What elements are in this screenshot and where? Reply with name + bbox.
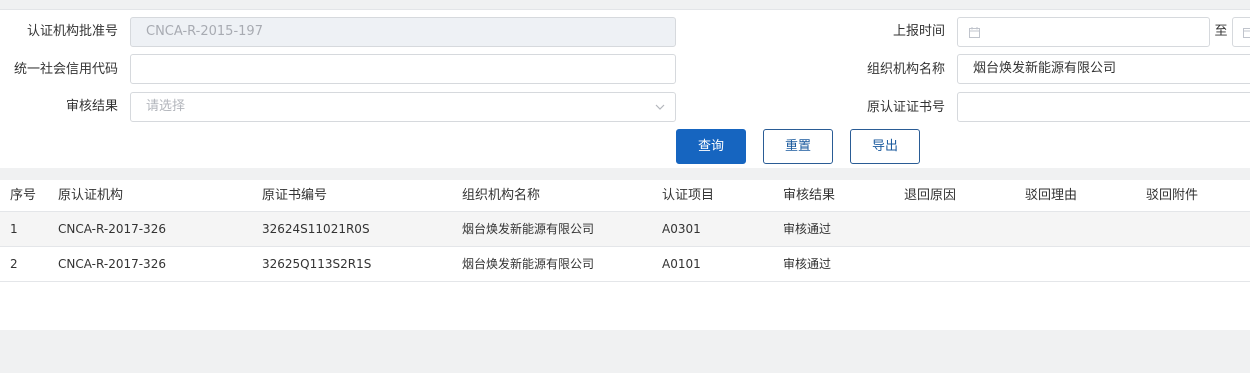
- cell-orig-cert-no: 32625Q113S2R1S: [262, 257, 372, 271]
- col-header-orig-agency: 原认证机构: [58, 188, 124, 203]
- org-name-label: 组织机构名称: [866, 62, 945, 77]
- cell-index: 2: [10, 257, 18, 271]
- calendar-icon: [969, 27, 980, 38]
- col-header-cert-project: 认证项目: [662, 188, 715, 203]
- review-result-placeholder: 请选择: [146, 99, 186, 114]
- approval-no-field: CNCA-R-2015-197: [130, 17, 676, 47]
- report-time-end-field[interactable]: [1232, 17, 1250, 47]
- col-header-return-reason: 退回原因: [904, 188, 957, 203]
- cell-org-name: 烟台焕发新能源有限公司: [462, 257, 595, 271]
- cell-orig-agency: CNCA-R-2017-326: [58, 257, 166, 271]
- col-header-review-result: 审核结果: [783, 188, 836, 203]
- cell-orig-cert-no: 32624S11021R0S: [262, 222, 370, 236]
- cell-review-result: 审核通过: [783, 222, 832, 236]
- cell-org-name: 烟台焕发新能源有限公司: [462, 222, 595, 236]
- calendar-icon: [1243, 28, 1250, 38]
- col-header-reject-reason: 驳回理由: [1025, 188, 1078, 203]
- cell-cert-project: A0301: [662, 222, 701, 236]
- section-separator: [0, 168, 1250, 180]
- col-header-index: 序号: [10, 188, 37, 203]
- col-header-reject-attachment: 驳回附件: [1146, 188, 1199, 203]
- table-header: 序号 原认证机构 原证书编号 组织机构名称 认证项目 审核结果 退回原因 驳回理…: [0, 180, 1250, 212]
- cell-review-result: 审核通过: [783, 257, 832, 271]
- cell-orig-agency: CNCA-R-2017-326: [58, 222, 166, 236]
- orig-cert-no-input[interactable]: [957, 92, 1250, 122]
- col-header-orig-cert-no: 原证书编号: [262, 188, 328, 203]
- reset-button[interactable]: 重置: [763, 129, 833, 164]
- export-button[interactable]: 导出: [850, 129, 920, 164]
- cell-index: 1: [10, 222, 18, 236]
- col-header-org-name: 组织机构名称: [462, 188, 541, 203]
- page-footer-area: [0, 330, 1250, 373]
- table-row[interactable]: 2 CNCA-R-2017-326 32625Q113S2R1S 烟台焕发新能源…: [0, 247, 1250, 282]
- search-form: 认证机构批准号 CNCA-R-2015-197 上报时间 至 统一社会信用代码 …: [0, 10, 1250, 168]
- org-name-input[interactable]: 烟台焕发新能源有限公司: [957, 54, 1250, 84]
- cell-cert-project: A0101: [662, 257, 701, 271]
- approval-no-label: 认证机构批准号: [26, 24, 118, 39]
- table-row[interactable]: 1 CNCA-R-2017-326 32624S11021R0S 烟台焕发新能源…: [0, 212, 1250, 247]
- review-result-label: 审核结果: [65, 99, 118, 114]
- date-range-separator: 至: [1214, 24, 1228, 39]
- query-button[interactable]: 查询: [676, 129, 746, 164]
- report-time-label: 上报时间: [892, 24, 945, 39]
- credit-code-label: 统一社会信用代码: [13, 62, 118, 77]
- orig-cert-no-label: 原认证证书号: [866, 100, 945, 115]
- top-strip: [0, 0, 1250, 10]
- credit-code-input[interactable]: [130, 54, 676, 84]
- results-table: 序号 原认证机构 原证书编号 组织机构名称 认证项目 审核结果 退回原因 驳回理…: [0, 180, 1250, 330]
- chevron-down-icon: [655, 104, 665, 110]
- report-time-start-field[interactable]: [957, 17, 1210, 47]
- review-result-select[interactable]: 请选择: [130, 92, 676, 122]
